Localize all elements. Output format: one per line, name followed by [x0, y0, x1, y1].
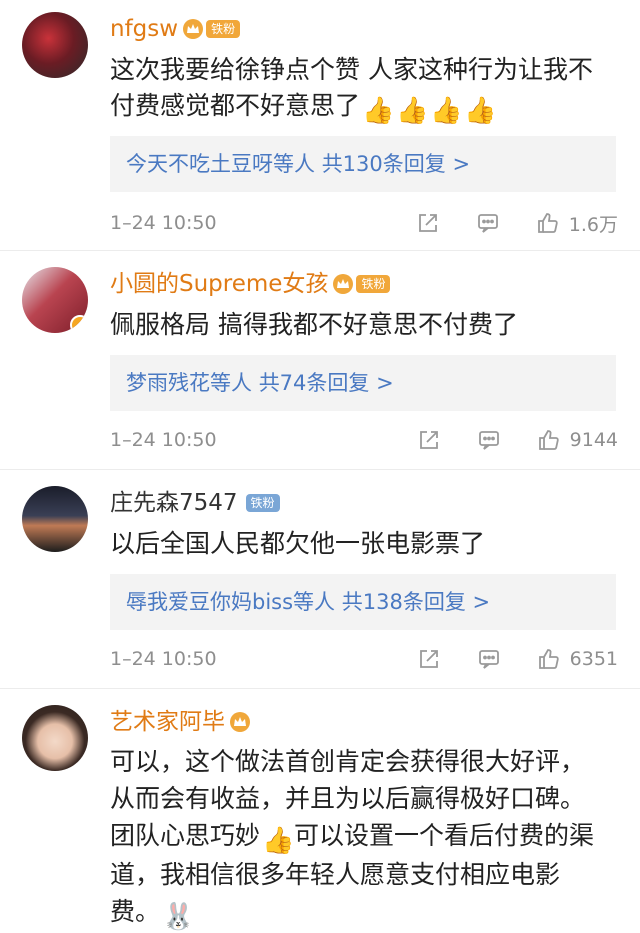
bunny-emoji: 🐰: [162, 902, 195, 932]
comment-text-line: 道，我相信很多年轻人愿意支付相应电影: [110, 860, 561, 889]
timestamp: 1–24 10:50: [110, 212, 217, 234]
comment-text-line: 可以设置一个看后付费的渠: [294, 821, 595, 850]
comment-text: 以后全国人民都欠他一张电影票了: [110, 529, 486, 558]
comment-icon[interactable]: [476, 427, 502, 453]
share-icon[interactable]: [416, 646, 442, 672]
comment-text: 这次我要给徐铮点个赞 人家这种行为让我不付费感觉都不好意思了👍👍👍👍: [110, 52, 614, 126]
share-icon[interactable]: [415, 210, 441, 236]
avatar[interactable]: [22, 705, 88, 771]
comment-text: 可以，这个做法首创肯定会获得很大好评， 从而会有收益，并且为以后赢得极好口碑。 …: [110, 743, 614, 932]
comment-meta: 1–24 10:50 6351: [110, 642, 618, 676]
thumbs-up-emoji: 👍: [396, 96, 429, 126]
like-icon: [535, 210, 561, 236]
reply-count: 共74条回复 >: [258, 371, 394, 395]
avatar[interactable]: [22, 12, 88, 78]
avatar[interactable]: [22, 267, 88, 333]
comment-meta: 1–24 10:50 1.6万: [110, 206, 618, 240]
fan-badge: 铁粉: [206, 20, 241, 38]
thumbs-up-emoji: 👍: [262, 826, 295, 856]
comment-item: 艺术家阿毕 可以，这个做法首创肯定会获得很大好评， 从而会有收益，并且为以后赢得…: [0, 689, 640, 933]
crown-icon: [332, 273, 354, 295]
like-icon: [536, 427, 562, 453]
crown-icon: [182, 18, 204, 40]
comment-item: nfgsw 铁粉 这次我要给徐铮点个赞 人家这种行为让我不付费感觉都不好意思了👍…: [0, 0, 640, 251]
like-button[interactable]: 9144: [536, 427, 618, 453]
like-button[interactable]: 1.6万: [535, 210, 618, 237]
comment-meta: 1–24 10:50 9144: [110, 423, 618, 457]
timestamp: 1–24 10:50: [110, 648, 217, 670]
reply-count: 共130条回复 >: [321, 152, 471, 176]
comment-icon[interactable]: [475, 210, 501, 236]
name-row: 艺术家阿毕: [110, 705, 251, 739]
avatar[interactable]: [22, 486, 88, 552]
verified-badge-icon: [70, 315, 88, 333]
comment-item: 庄先森7547 铁粉 以后全国人民都欠他一张电影票了 辱我爱豆你妈biss等人 …: [0, 470, 640, 689]
comment-text-line: 团队心思巧妙: [110, 821, 261, 850]
like-count: 1.6万: [568, 213, 618, 236]
comment-text-content: 这次我要给徐铮点个赞 人家这种行为让我不付费感觉都不好意思了: [110, 55, 593, 120]
username[interactable]: 小圆的Supreme女孩: [110, 267, 328, 301]
reply-summary[interactable]: 辱我爱豆你妈biss等人 共138条回复 >: [110, 574, 616, 630]
comment-item: 小圆的Supreme女孩 铁粉 佩服格局 搞得我都不好意思不付费了 梦雨残花等人…: [0, 251, 640, 470]
comment-text-line: 可以，这个做法首创肯定会获得很大好评，: [110, 747, 586, 776]
crown-icon: [229, 711, 251, 733]
share-icon[interactable]: [416, 427, 442, 453]
fan-badge: 铁粉: [356, 275, 391, 293]
username[interactable]: 艺术家阿毕: [110, 705, 225, 739]
timestamp: 1–24 10:50: [110, 429, 217, 451]
reply-users: 今天不吃土豆呀等人: [126, 152, 315, 176]
reply-users: 梦雨残花等人: [126, 371, 252, 395]
fan-badge: 铁粉: [245, 494, 280, 512]
reply-count: 共138条回复 >: [341, 590, 491, 614]
comment-text: 佩服格局 搞得我都不好意思不付费了: [110, 310, 518, 339]
like-count: 9144: [569, 429, 618, 451]
reply-summary[interactable]: 今天不吃土豆呀等人 共130条回复 >: [110, 136, 616, 192]
like-icon: [536, 646, 562, 672]
username[interactable]: nfgsw: [110, 12, 178, 46]
name-row: nfgsw 铁粉: [110, 12, 241, 46]
like-button[interactable]: 6351: [536, 646, 618, 672]
comment-text-line: 费。: [110, 897, 161, 926]
username[interactable]: 庄先森7547: [110, 486, 238, 520]
thumbs-up-emoji: 👍: [464, 96, 497, 126]
thumbs-up-emoji: 👍: [430, 96, 463, 126]
like-count: 6351: [569, 648, 618, 670]
comment-text-line: 从而会有收益，并且为以后赢得极好口碑。: [110, 784, 586, 813]
reply-users: 辱我爱豆你妈biss等人: [126, 590, 336, 614]
name-row: 小圆的Supreme女孩 铁粉: [110, 267, 391, 301]
reply-summary[interactable]: 梦雨残花等人 共74条回复 >: [110, 355, 616, 411]
comment-icon[interactable]: [476, 646, 502, 672]
thumbs-up-emoji: 👍: [362, 96, 395, 126]
name-row: 庄先森7547 铁粉: [110, 486, 280, 520]
